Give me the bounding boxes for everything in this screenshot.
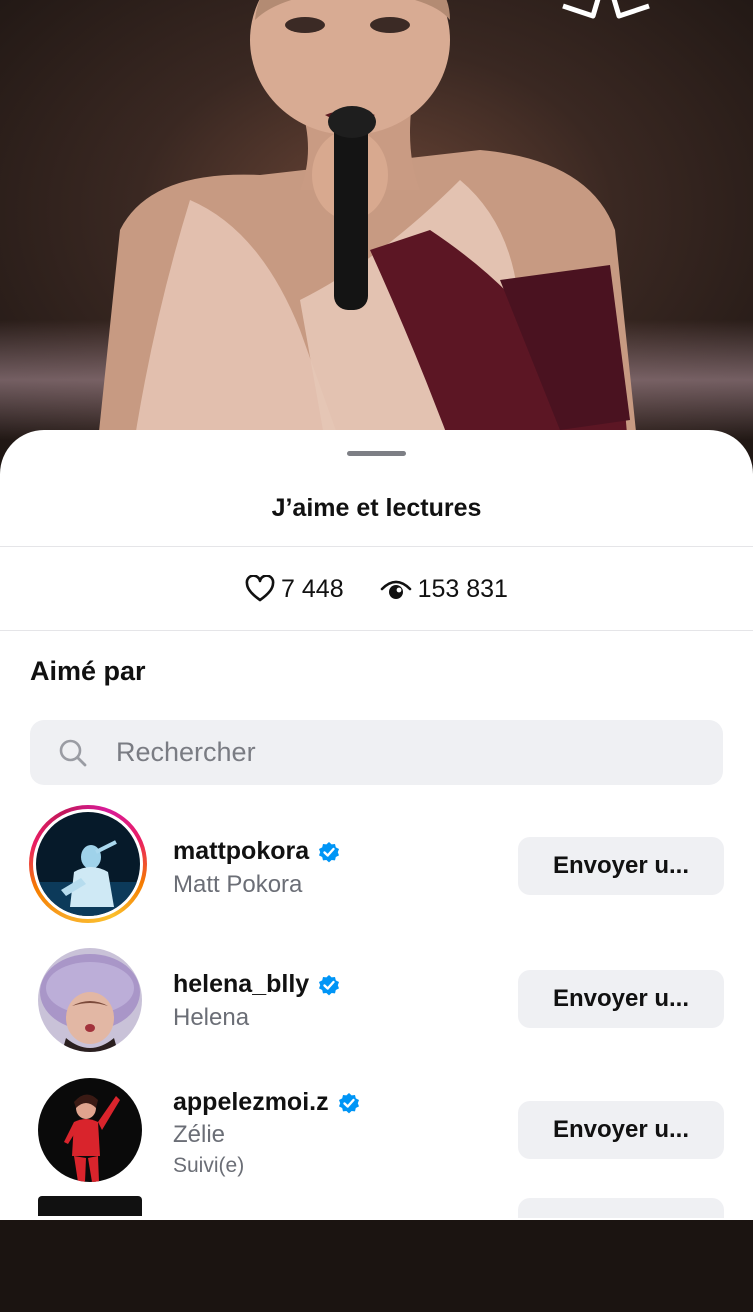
liked-by-heading: Aimé par — [30, 656, 146, 686]
performer-image — [95, 0, 640, 470]
heart-icon — [245, 575, 275, 602]
star-icon[interactable] — [556, 0, 656, 32]
send-message-button[interactable]: Envoyer u... — [518, 837, 724, 895]
likes-views-sheet: J’aime et lectures 7 448 153 831 Aimé pa… — [0, 430, 753, 1220]
stats-row: 7 448 153 831 — [0, 570, 753, 608]
send-message-button[interactable]: Envoyer u... — [518, 970, 724, 1028]
verified-badge-icon — [319, 841, 340, 862]
avatar[interactable] — [36, 812, 140, 916]
full-name: Zélie — [173, 1121, 226, 1148]
send-message-button[interactable]: Envoyer u... — [518, 1101, 724, 1159]
eye-icon — [380, 580, 411, 599]
user-row[interactable]: appelezmoi.z Zélie Suivi(e) Envoyer u... — [0, 1070, 753, 1190]
username[interactable]: mattpokora — [173, 837, 341, 866]
divider — [0, 630, 753, 631]
send-message-button[interactable] — [518, 1198, 724, 1218]
search-icon — [59, 739, 87, 766]
user-row[interactable] — [0, 1192, 753, 1312]
likes-count: 7 448 — [245, 575, 344, 604]
video-preview[interactable] — [0, 0, 753, 470]
search-input[interactable] — [116, 722, 723, 783]
verified-badge-icon — [319, 974, 340, 995]
username[interactable]: helena_blly — [173, 970, 341, 999]
avatar[interactable] — [38, 1196, 142, 1216]
username[interactable]: appelezmoi.z — [173, 1088, 361, 1117]
full-name: Helena — [173, 1004, 250, 1031]
views-value: 153 831 — [417, 574, 508, 603]
drag-handle[interactable] — [347, 451, 406, 456]
full-name: Matt Pokora — [173, 871, 303, 898]
search-bar[interactable] — [30, 720, 723, 785]
user-row[interactable]: mattpokora Matt Pokora Envoyer u... — [0, 805, 753, 925]
follow-status: Suivi(e) — [173, 1154, 245, 1177]
verified-badge-icon — [338, 1092, 359, 1113]
avatar[interactable] — [38, 948, 142, 1052]
user-row[interactable]: helena_blly Helena Envoyer u... — [0, 940, 753, 1060]
divider — [0, 546, 753, 547]
avatar[interactable] — [38, 1078, 142, 1182]
views-count: 153 831 — [380, 575, 508, 604]
sheet-title: J’aime et lectures — [271, 494, 482, 522]
likes-value: 7 448 — [281, 574, 344, 603]
